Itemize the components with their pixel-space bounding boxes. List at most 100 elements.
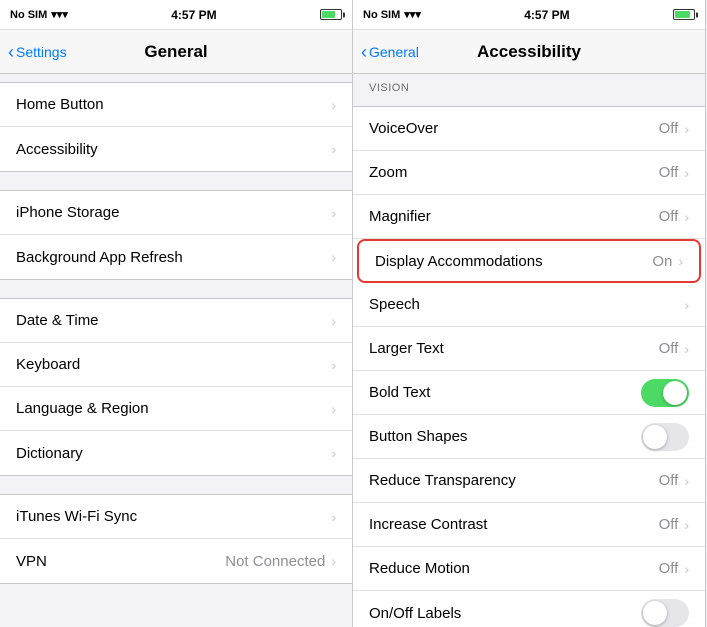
- row-magnifier[interactable]: Magnifier Off ›: [353, 195, 705, 239]
- toggle-knob-bold-text: [663, 381, 687, 405]
- label-background-app-refresh: Background App Refresh: [16, 249, 331, 266]
- chevron-iphone-storage: ›: [331, 205, 336, 221]
- chevron-date-time: ›: [331, 313, 336, 329]
- carrier-right: No SIM: [363, 9, 400, 21]
- status-bar-left: No SIM ▾▾▾ 4:57 PM: [0, 0, 352, 30]
- back-button-right[interactable]: ‹ General: [361, 43, 419, 61]
- row-dictionary[interactable]: Dictionary ›: [0, 431, 352, 475]
- status-right-right: [673, 9, 695, 20]
- row-itunes-wifi-sync[interactable]: iTunes Wi-Fi Sync ›: [0, 495, 352, 539]
- row-voiceover[interactable]: VoiceOver Off ›: [353, 107, 705, 151]
- row-home-button[interactable]: Home Button ›: [0, 83, 352, 127]
- section-vision-header: Vision: [353, 74, 705, 106]
- group-vision: VoiceOver Off › Zoom Off › Magnifier Off…: [353, 106, 705, 627]
- chevron-display-accommodations: ›: [678, 253, 683, 269]
- row-language-region[interactable]: Language & Region ›: [0, 387, 352, 431]
- label-onoff-labels: On/Off Labels: [369, 605, 641, 622]
- value-voiceover: Off: [659, 120, 679, 137]
- row-vpn[interactable]: VPN Not Connected ›: [0, 539, 352, 583]
- row-keyboard[interactable]: Keyboard ›: [0, 343, 352, 387]
- label-language-region: Language & Region: [16, 400, 331, 417]
- nav-title-left: General: [144, 42, 207, 62]
- chevron-reduce-motion: ›: [684, 561, 689, 577]
- row-zoom[interactable]: Zoom Off ›: [353, 151, 705, 195]
- label-larger-text: Larger Text: [369, 340, 659, 357]
- chevron-zoom: ›: [684, 165, 689, 181]
- right-panel: No SIM ▾▾▾ 4:57 PM ‹ General Accessibili…: [353, 0, 706, 627]
- row-button-shapes: Button Shapes: [353, 415, 705, 459]
- label-voiceover: VoiceOver: [369, 120, 659, 137]
- chevron-magnifier: ›: [684, 209, 689, 225]
- status-bar-right: No SIM ▾▾▾ 4:57 PM: [353, 0, 705, 30]
- row-background-app-refresh[interactable]: Background App Refresh ›: [0, 235, 352, 279]
- row-onoff-labels: On/Off Labels: [353, 591, 705, 627]
- label-zoom: Zoom: [369, 164, 659, 181]
- row-date-time[interactable]: Date & Time ›: [0, 299, 352, 343]
- row-reduce-motion[interactable]: Reduce Motion Off ›: [353, 547, 705, 591]
- value-vpn: Not Connected: [225, 553, 325, 570]
- battery-icon-left: [320, 9, 342, 20]
- row-reduce-transparency[interactable]: Reduce Transparency Off ›: [353, 459, 705, 503]
- settings-list-left: Home Button › Accessibility › iPhone Sto…: [0, 74, 352, 627]
- group-2-left: iPhone Storage › Background App Refresh …: [0, 190, 352, 280]
- value-magnifier: Off: [659, 208, 679, 225]
- row-increase-contrast[interactable]: Increase Contrast Off ›: [353, 503, 705, 547]
- row-bold-text: Bold Text: [353, 371, 705, 415]
- label-date-time: Date & Time: [16, 312, 331, 329]
- back-label-right: General: [369, 44, 419, 60]
- back-chevron-right: ‹: [361, 43, 367, 61]
- toggle-knob-button-shapes: [643, 425, 667, 449]
- status-left: No SIM ▾▾▾: [10, 8, 68, 21]
- nav-title-right: Accessibility: [477, 42, 581, 62]
- chevron-dictionary: ›: [331, 445, 336, 461]
- group-4-left: iTunes Wi-Fi Sync › VPN Not Connected ›: [0, 494, 352, 584]
- time-left: 4:57 PM: [171, 8, 216, 22]
- row-speech[interactable]: Speech ›: [353, 283, 705, 327]
- row-accessibility[interactable]: Accessibility ›: [0, 127, 352, 171]
- chevron-background-app-refresh: ›: [331, 249, 336, 265]
- chevron-accessibility: ›: [331, 141, 336, 157]
- label-reduce-motion: Reduce Motion: [369, 560, 659, 577]
- label-itunes-wifi-sync: iTunes Wi-Fi Sync: [16, 508, 331, 525]
- label-display-accommodations: Display Accommodations: [375, 253, 652, 270]
- carrier-left: No SIM: [10, 9, 47, 21]
- value-display-accommodations: On: [652, 253, 672, 270]
- chevron-keyboard: ›: [331, 357, 336, 373]
- chevron-voiceover: ›: [684, 121, 689, 137]
- label-iphone-storage: iPhone Storage: [16, 204, 331, 221]
- label-button-shapes: Button Shapes: [369, 428, 641, 445]
- toggle-knob-onoff-labels: [643, 601, 667, 625]
- toggle-bold-text[interactable]: [641, 379, 689, 407]
- back-label-left: Settings: [16, 44, 67, 60]
- label-vpn: VPN: [16, 553, 225, 570]
- status-left-right: No SIM ▾▾▾: [363, 8, 421, 21]
- label-bold-text: Bold Text: [369, 384, 641, 401]
- row-larger-text[interactable]: Larger Text Off ›: [353, 327, 705, 371]
- value-reduce-motion: Off: [659, 560, 679, 577]
- label-increase-contrast: Increase Contrast: [369, 516, 659, 533]
- battery-icon-right: [673, 9, 695, 20]
- chevron-reduce-transparency: ›: [684, 473, 689, 489]
- toggle-onoff-labels[interactable]: [641, 599, 689, 627]
- value-reduce-transparency: Off: [659, 472, 679, 489]
- value-larger-text: Off: [659, 340, 679, 357]
- chevron-increase-contrast: ›: [684, 517, 689, 533]
- settings-list-right: Vision VoiceOver Off › Zoom Off › Magnif…: [353, 74, 705, 627]
- group-3-left: Date & Time › Keyboard › Language & Regi…: [0, 298, 352, 476]
- wifi-icon-right: ▾▾▾: [404, 8, 421, 21]
- nav-bar-right: ‹ General Accessibility: [353, 30, 705, 74]
- left-panel: No SIM ▾▾▾ 4:57 PM ‹ Settings General Ho…: [0, 0, 353, 627]
- chevron-language-region: ›: [331, 401, 336, 417]
- row-display-accommodations[interactable]: Display Accommodations On ›: [357, 239, 701, 283]
- back-button-left[interactable]: ‹ Settings: [8, 43, 67, 61]
- wifi-icon-left: ▾▾▾: [51, 8, 68, 21]
- toggle-button-shapes[interactable]: [641, 423, 689, 451]
- battery-fill-right: [675, 11, 690, 18]
- label-dictionary: Dictionary: [16, 445, 331, 462]
- chevron-vpn: ›: [331, 553, 336, 569]
- nav-bar-left: ‹ Settings General: [0, 30, 352, 74]
- chevron-home-button: ›: [331, 97, 336, 113]
- row-iphone-storage[interactable]: iPhone Storage ›: [0, 191, 352, 235]
- group-1-left: Home Button › Accessibility ›: [0, 82, 352, 172]
- label-speech: Speech: [369, 296, 684, 313]
